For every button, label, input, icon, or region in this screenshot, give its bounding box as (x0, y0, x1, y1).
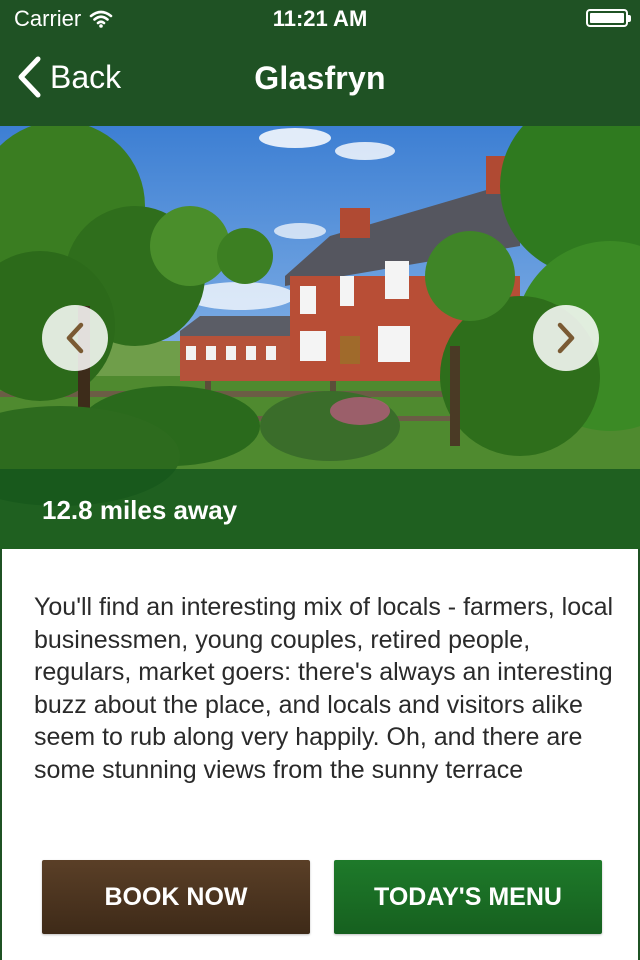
next-image-button[interactable] (533, 305, 599, 371)
previous-image-button[interactable] (42, 305, 108, 371)
page-title: Glasfryn (254, 60, 386, 96)
pub-description: You'll find an interesting mix of locals… (34, 593, 614, 784)
chevron-left-icon (63, 321, 87, 355)
distance-label: 12.8 miles away (42, 495, 238, 525)
chevron-right-icon (554, 321, 578, 355)
status-time: 11:21 AM (272, 6, 368, 31)
navigation-bar: Back Glasfryn (0, 38, 640, 126)
hero-image: 12.8 miles away (0, 126, 640, 549)
todays-menu-button[interactable]: TODAY'S MENU (334, 860, 602, 934)
status-bar: Carrier 11:21 AM (0, 0, 640, 38)
battery-icon (586, 9, 631, 27)
top-bar: Carrier 11:21 AM Back Glasfryn (0, 0, 640, 126)
screen: Carrier 11:21 AM Back Glasfryn 12.8 mile… (0, 0, 640, 960)
content-panel: You'll find an interesting mix of locals… (0, 549, 640, 960)
distance-banner: 12.8 miles away (0, 469, 640, 549)
book-now-button[interactable]: BOOK NOW (42, 860, 310, 934)
